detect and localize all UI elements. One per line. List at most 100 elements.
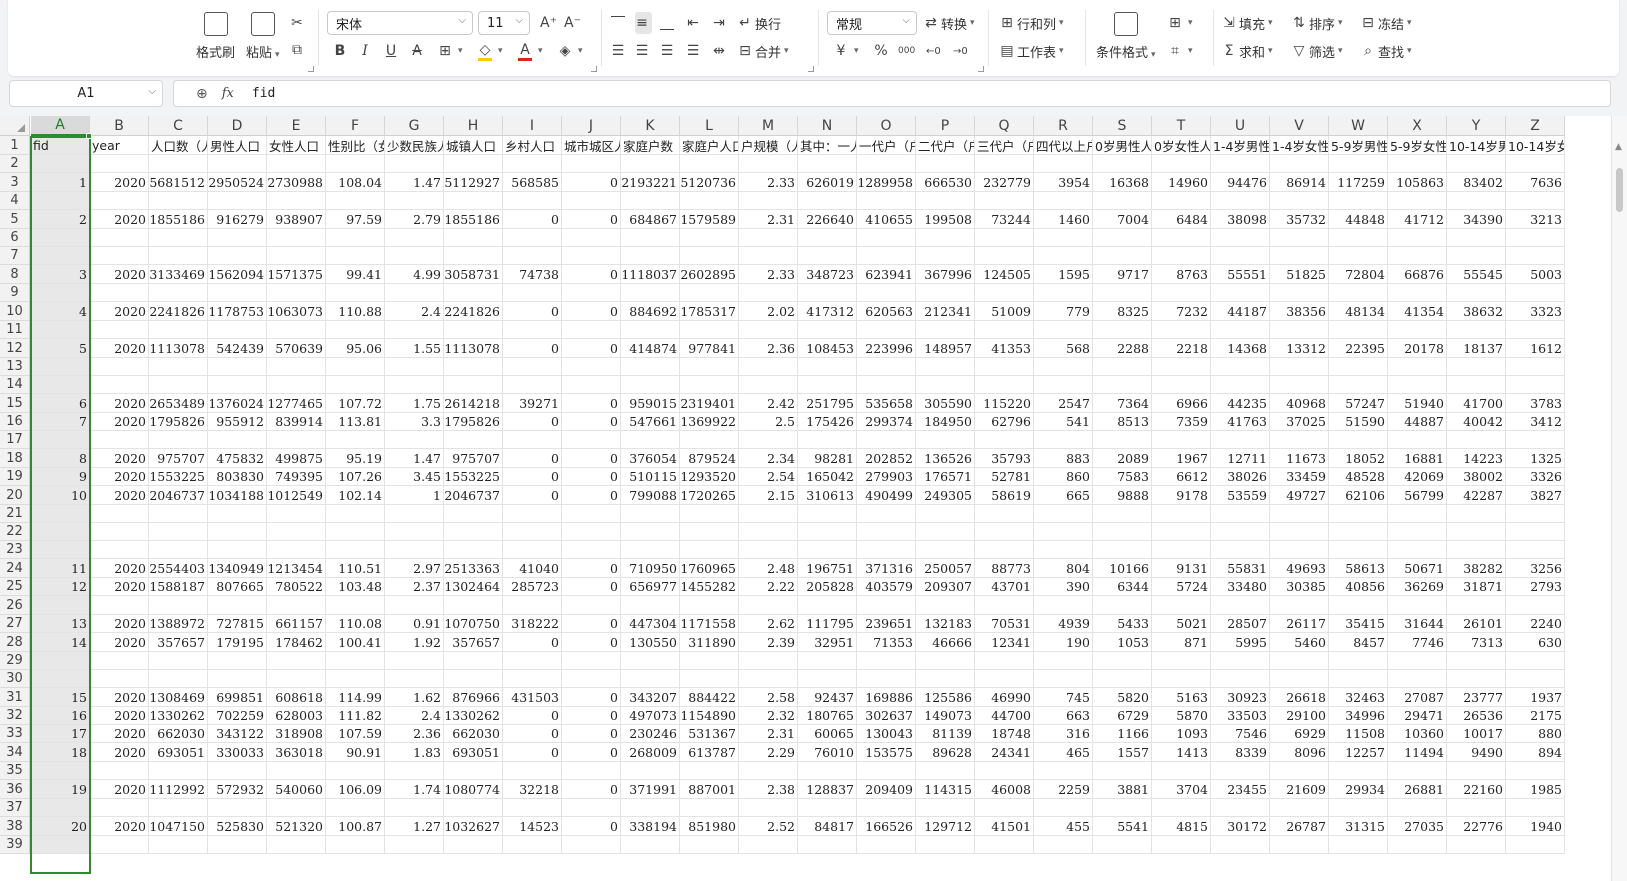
table-cell[interactable] [798, 155, 857, 173]
row-header-38[interactable]: 38 [0, 817, 30, 836]
row-header-32[interactable]: 32 [0, 707, 30, 725]
table-cell[interactable]: 620563 [857, 302, 916, 321]
table-cell[interactable] [562, 229, 621, 247]
table-cell[interactable]: 29100 [1270, 707, 1329, 725]
column-header-x[interactable]: X [1388, 116, 1447, 136]
table-cell[interactable] [798, 376, 857, 394]
table-cell[interactable]: 1178753 [208, 302, 267, 321]
table-cell[interactable] [680, 596, 739, 615]
table-cell[interactable]: 12257 [1329, 743, 1388, 762]
table-cell[interactable] [916, 836, 975, 854]
table-cell[interactable]: 285723 [503, 578, 562, 596]
table-cell[interactable]: 100.41 [326, 633, 385, 652]
table-cell[interactable]: 107.26 [326, 468, 385, 486]
table-cell[interactable]: 2.62 [739, 615, 798, 633]
column-title-cell[interactable]: 家庭户人口 [680, 136, 739, 155]
table-cell[interactable]: 3256 [1506, 559, 1565, 578]
table-cell[interactable]: 2.33 [739, 173, 798, 192]
table-cell[interactable] [31, 799, 90, 817]
table-cell[interactable] [267, 670, 326, 688]
table-cell[interactable] [1329, 523, 1388, 541]
table-cell[interactable] [562, 762, 621, 780]
table-cell[interactable]: 41354 [1388, 302, 1447, 321]
column-title-cell[interactable]: fid [31, 136, 90, 155]
number-launcher-icon[interactable] [978, 66, 984, 72]
table-cell[interactable] [326, 321, 385, 339]
table-cell[interactable] [31, 321, 90, 339]
table-cell[interactable]: 656977 [621, 578, 680, 596]
table-cell[interactable] [680, 670, 739, 688]
clear-button[interactable]: ◈ ▾ [558, 40, 583, 62]
table-cell[interactable]: 2020 [90, 413, 149, 431]
table-cell[interactable]: 2020 [90, 633, 149, 652]
table-cell[interactable]: 103.48 [326, 578, 385, 596]
table-cell[interactable] [31, 596, 90, 615]
table-cell[interactable] [1152, 431, 1211, 449]
table-cell[interactable] [208, 192, 267, 210]
table-cell[interactable]: 710950 [621, 559, 680, 578]
table-cell[interactable]: 1340949 [208, 559, 267, 578]
formula-bar[interactable]: ⊕ fx fid [173, 80, 1611, 107]
table-cell[interactable] [739, 431, 798, 449]
table-cell[interactable] [1093, 376, 1152, 394]
table-cell[interactable] [562, 670, 621, 688]
table-cell[interactable]: 1369922 [680, 413, 739, 431]
table-cell[interactable] [562, 541, 621, 559]
table-cell[interactable]: 804 [1034, 559, 1093, 578]
table-cell[interactable] [1270, 670, 1329, 688]
decrease-decimal-button[interactable]: →0 [953, 40, 971, 62]
table-cell[interactable]: 18748 [975, 725, 1034, 743]
table-cell[interactable] [1329, 192, 1388, 210]
table-cell[interactable] [444, 836, 503, 854]
table-cell[interactable]: 2653489 [149, 394, 208, 413]
table-cell[interactable]: 497073 [621, 707, 680, 725]
table-cell[interactable] [857, 192, 916, 210]
table-cell[interactable] [1211, 596, 1270, 615]
table-cell[interactable]: 107.59 [326, 725, 385, 743]
table-cell[interactable] [31, 358, 90, 376]
table-cell[interactable] [1211, 376, 1270, 394]
table-cell[interactable]: 8763 [1152, 265, 1211, 284]
table-cell[interactable] [385, 836, 444, 854]
fill-color-button[interactable]: ◇ ▾ [478, 40, 503, 62]
table-cell[interactable] [267, 762, 326, 780]
sum-button[interactable]: Σ 求和 ▾ [1222, 40, 1273, 62]
table-cell[interactable]: 8457 [1329, 633, 1388, 652]
table-cell[interactable] [326, 836, 385, 854]
table-cell[interactable]: 0 [503, 339, 562, 358]
table-cell[interactable] [1329, 229, 1388, 247]
table-cell[interactable]: 0 [503, 707, 562, 725]
column-title-cell[interactable]: 0岁女性人 [1152, 136, 1211, 155]
table-cell[interactable]: 6729 [1093, 707, 1152, 725]
table-cell[interactable]: 1330262 [149, 707, 208, 725]
table-cell[interactable] [208, 836, 267, 854]
table-cell[interactable]: 108.04 [326, 173, 385, 192]
table-cell[interactable]: 884422 [680, 688, 739, 707]
table-cell[interactable]: 887001 [680, 780, 739, 799]
table-cell[interactable] [857, 762, 916, 780]
table-cell[interactable]: 7232 [1152, 302, 1211, 321]
table-cell[interactable]: 3881 [1093, 780, 1152, 799]
table-cell[interactable] [857, 376, 916, 394]
column-title-cell[interactable]: 性别比（女 [326, 136, 385, 155]
table-cell[interactable]: 2.31 [739, 210, 798, 229]
table-cell[interactable] [798, 431, 857, 449]
table-cell[interactable] [916, 652, 975, 670]
table-cell[interactable] [798, 836, 857, 854]
table-cell[interactable] [1506, 376, 1565, 394]
table-cell[interactable] [385, 247, 444, 265]
table-cell[interactable]: 6484 [1152, 210, 1211, 229]
table-cell[interactable]: 58619 [975, 486, 1034, 505]
table-cell[interactable] [857, 670, 916, 688]
table-cell[interactable] [1270, 155, 1329, 173]
table-cell[interactable]: 71353 [857, 633, 916, 652]
table-cell[interactable]: 977841 [680, 339, 739, 358]
table-cell[interactable]: 540060 [267, 780, 326, 799]
table-cell[interactable]: 239651 [857, 615, 916, 633]
clipboard-launcher-icon[interactable] [308, 66, 314, 72]
table-cell[interactable] [1506, 321, 1565, 339]
table-cell[interactable]: 11 [31, 559, 90, 578]
column-title-cell[interactable]: 男性人口 [208, 136, 267, 155]
table-cell[interactable]: 883 [1034, 449, 1093, 468]
table-cell[interactable] [1093, 670, 1152, 688]
